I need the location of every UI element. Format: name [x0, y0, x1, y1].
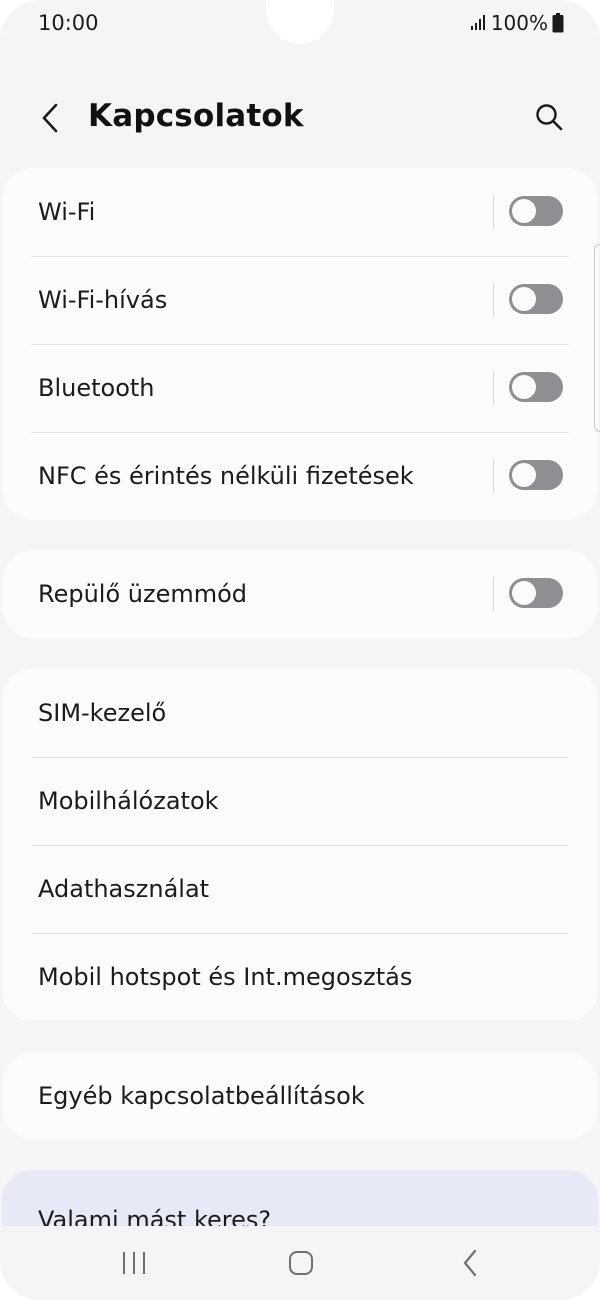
back-arrow-icon	[39, 103, 61, 137]
recent-apps-icon	[121, 1251, 147, 1279]
settings-item-label: Wi-Fi-hívás	[38, 286, 168, 314]
settings-item-mobile-hotspot[interactable]: Mobil hotspot és Int.megosztás	[2, 933, 598, 1021]
settings-item-airplane-mode[interactable]: Repülő üzemmód	[2, 550, 598, 638]
divider	[493, 283, 494, 317]
switch-knob	[512, 199, 536, 223]
divider	[493, 459, 494, 493]
divider	[493, 371, 494, 405]
divider	[493, 577, 494, 611]
airplane-mode-toggle[interactable]	[509, 578, 563, 608]
settings-item-data-usage[interactable]: Adathasználat	[2, 845, 598, 933]
wifi-toggle[interactable]	[509, 196, 563, 226]
search-suggestion-title: Valami mást keres?	[38, 1206, 272, 1226]
signal-icon	[469, 14, 487, 32]
page-title: Kapcsolatok	[88, 98, 304, 134]
switch-knob	[512, 287, 536, 311]
settings-item-nfc[interactable]: NFC és érintés nélküli fizetések	[2, 432, 598, 520]
home-button[interactable]	[281, 1248, 321, 1282]
settings-item-label: Bluetooth	[38, 374, 155, 402]
battery-percent: 100%	[490, 11, 548, 35]
switch-knob	[512, 463, 536, 487]
status-bar: 10:00 100%	[0, 0, 600, 46]
settings-item-more-connection-settings[interactable]: Egyéb kapcsolatbeállítások	[2, 1052, 598, 1140]
home-icon	[288, 1250, 314, 1280]
settings-item-label: Adathasználat	[38, 875, 210, 903]
app-bar: Kapcsolatok	[0, 80, 600, 160]
navigation-bar	[0, 1226, 600, 1300]
back-button[interactable]	[30, 100, 70, 140]
settings-item-wifi-calling[interactable]: Wi-Fi-hívás	[2, 256, 598, 344]
recent-apps-button[interactable]	[114, 1248, 154, 1282]
search-icon	[534, 102, 564, 136]
settings-item-label: SIM-kezelő	[38, 699, 167, 727]
settings-item-label: Egyéb kapcsolatbeállítások	[38, 1082, 365, 1110]
search-button[interactable]	[528, 98, 570, 140]
settings-item-bluetooth[interactable]: Bluetooth	[2, 344, 598, 432]
settings-item-label: Mobilhálózatok	[38, 787, 219, 815]
status-indicators: 100%	[469, 11, 564, 35]
settings-item-sim-manager[interactable]: SIM-kezelő	[2, 669, 598, 757]
mobile-group: SIM-kezelő Mobilhálózatok Adathasználat …	[2, 669, 598, 1021]
divider	[493, 195, 494, 229]
nfc-toggle[interactable]	[509, 460, 563, 490]
bluetooth-toggle[interactable]	[509, 372, 563, 402]
settings-item-wifi[interactable]: Wi-Fi	[2, 168, 598, 256]
back-icon	[461, 1249, 479, 1281]
nav-back-button[interactable]	[450, 1248, 490, 1282]
airplane-group: Repülő üzemmód	[2, 550, 598, 638]
settings-item-label: Repülő üzemmód	[38, 580, 248, 608]
settings-item-mobile-networks[interactable]: Mobilhálózatok	[2, 757, 598, 845]
switch-knob	[512, 581, 536, 605]
settings-item-label: NFC és érintés nélküli fizetések	[38, 462, 414, 490]
search-suggestion-card[interactable]: Valami mást keres?	[2, 1170, 598, 1226]
status-time: 10:00	[38, 11, 99, 35]
wifi-calling-toggle[interactable]	[509, 284, 563, 314]
more-settings-group: Egyéb kapcsolatbeállítások	[2, 1052, 598, 1140]
scrollbar[interactable]	[594, 244, 600, 432]
phone-screen: 10:00 100% Kapcsolatok Wi-Fi Wi-Fi-hívás…	[0, 0, 600, 1300]
switch-knob	[512, 375, 536, 399]
settings-item-label: Mobil hotspot és Int.megosztás	[38, 963, 413, 991]
battery-icon	[552, 13, 564, 33]
settings-item-label: Wi-Fi	[38, 198, 96, 226]
connections-group: Wi-Fi Wi-Fi-hívás Bluetooth NFC és érint…	[2, 168, 598, 520]
